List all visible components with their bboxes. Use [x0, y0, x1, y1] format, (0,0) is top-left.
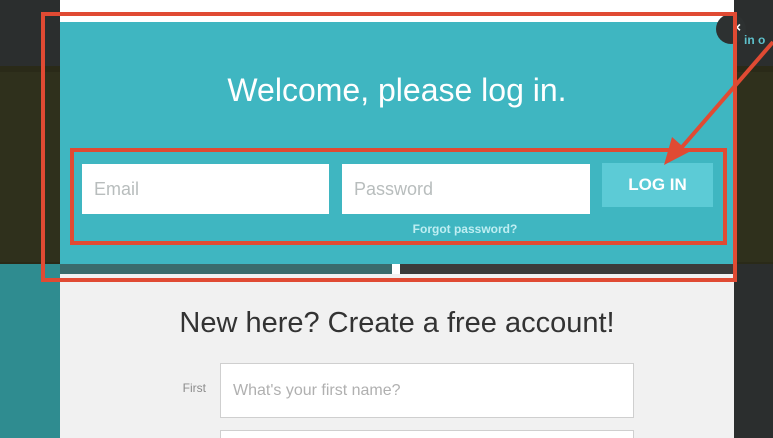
annotation-arrow-icon: [664, 40, 773, 165]
screen: in o × Welcome, please log in. Email Pas…: [0, 0, 773, 438]
annotation-arrow-line: [674, 40, 773, 156]
